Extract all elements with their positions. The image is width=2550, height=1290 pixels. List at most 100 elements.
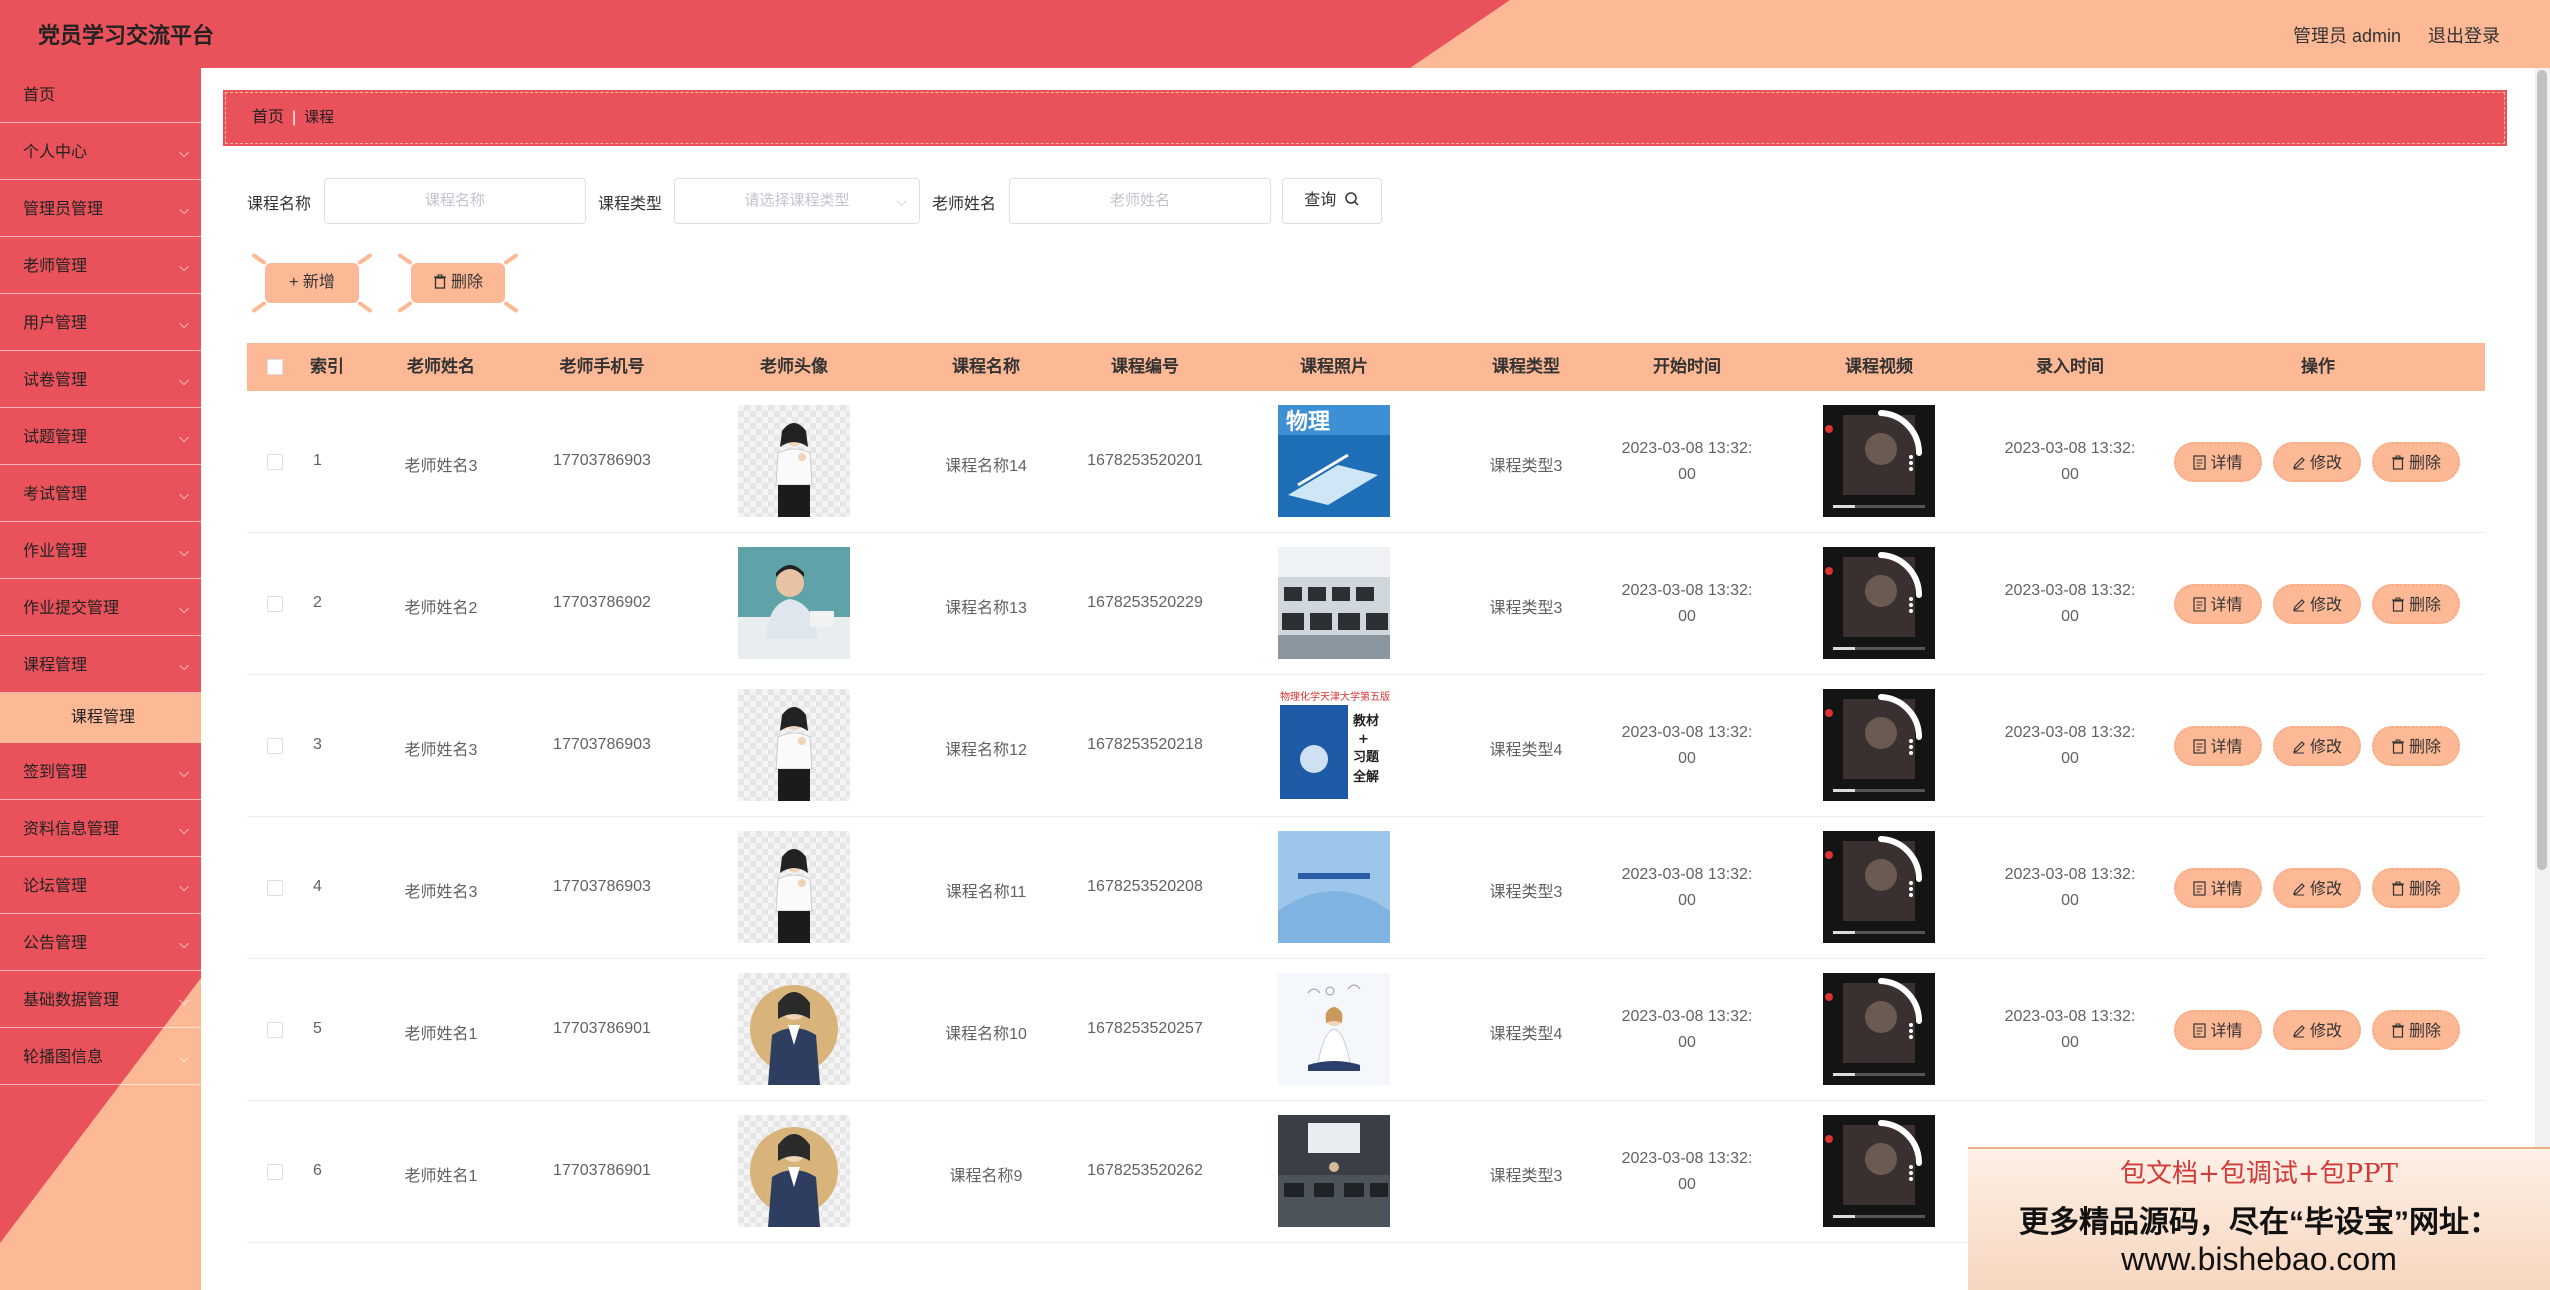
delete-label: 删除: [2408, 739, 2441, 756]
edit-label: 修改: [2309, 739, 2342, 756]
course-photo-image: [1278, 831, 1390, 943]
start-time-seconds: 00: [1678, 1034, 1696, 1051]
cell-start-time: 2023-03-08 13:32: 00: [1607, 862, 1767, 914]
add-button[interactable]: + 新增: [251, 252, 373, 314]
cell-start-time: 2023-03-08 13:32: 00: [1607, 578, 1767, 630]
chevron-down-icon: ⌵: [896, 193, 907, 209]
course-video-thumbnail[interactable]: [1823, 547, 1935, 659]
course-video-thumbnail[interactable]: [1823, 831, 1935, 943]
start-time-date: 2023-03-08 13:32:: [1621, 1150, 1753, 1167]
detail-button[interactable]: 详情: [2174, 1010, 2262, 1050]
cell-course-code: 1678253520208: [1087, 878, 1203, 895]
row-checkbox[interactable]: [267, 1164, 283, 1180]
row-checkbox[interactable]: [267, 454, 283, 470]
chevron-down-icon: ⌵: [179, 145, 189, 160]
delete-button[interactable]: 删除: [2372, 868, 2460, 908]
row-checkbox[interactable]: [267, 596, 283, 612]
top-header: 党员学习交流平台 管理员 admin 退出登录: [0, 0, 2550, 68]
course-video-thumbnail[interactable]: [1823, 405, 1935, 517]
sidebar-item-label: 首页: [23, 87, 56, 104]
edit-label: 修改: [2309, 1023, 2342, 1040]
document-icon: [2193, 881, 2210, 898]
sidebar-item-5[interactable]: 试卷管理 ⌵: [0, 353, 201, 408]
batch-delete-button[interactable]: 删除: [397, 252, 519, 314]
detail-button[interactable]: 详情: [2174, 584, 2262, 624]
edit-icon: [2292, 455, 2310, 472]
entry-time-seconds: 00: [2061, 608, 2079, 625]
sidebar-item-11[interactable]: 签到管理 ⌵: [0, 745, 201, 800]
row-checkbox[interactable]: [267, 880, 283, 896]
chevron-down-icon: ⌵: [179, 601, 189, 616]
course-video-thumbnail[interactable]: [1823, 1115, 1935, 1227]
row-checkbox[interactable]: [267, 738, 283, 754]
delete-button[interactable]: 删除: [2372, 726, 2460, 766]
breadcrumb-home[interactable]: 首页: [252, 109, 284, 126]
edit-button[interactable]: 修改: [2273, 442, 2361, 482]
entry-time-date: 2023-03-08 13:32:: [2004, 866, 2136, 883]
edit-button[interactable]: 修改: [2273, 1010, 2361, 1050]
teacher-avatar-image: [738, 405, 850, 517]
query-button[interactable]: 查询: [1282, 178, 1382, 224]
course-video-thumbnail[interactable]: [1823, 689, 1935, 801]
delete-button[interactable]: 删除: [2372, 1010, 2460, 1050]
column-header: 录入时间: [2036, 357, 2104, 376]
cell-teacher-name: 老师姓名3: [404, 458, 478, 475]
sidebar-item-label: 老师管理: [23, 258, 88, 275]
logout-link[interactable]: 退出登录: [2428, 22, 2500, 48]
sidebar-item-10[interactable]: 课程管理 ⌵: [0, 638, 201, 693]
detail-button[interactable]: 详情: [2174, 442, 2262, 482]
column-header: 开始时间: [1653, 357, 1721, 376]
start-time-seconds: 00: [1678, 1176, 1696, 1193]
entry-time-date: 2023-03-08 13:32:: [2004, 724, 2136, 741]
sidebar-item-8[interactable]: 作业管理 ⌵: [0, 524, 201, 579]
svg-text:教材: 教材: [1352, 713, 1379, 729]
cell-course-name: 课程名称10: [945, 1026, 1027, 1043]
sidebar-item-9[interactable]: 作业提交管理 ⌵: [0, 581, 201, 636]
sidebar-item-16[interactable]: 轮播图信息 ⌵: [0, 1030, 201, 1085]
row-checkbox[interactable]: [267, 1022, 283, 1038]
detail-button[interactable]: 详情: [2174, 726, 2262, 766]
breadcrumb: 首页 | 课程: [223, 90, 2507, 146]
detail-button[interactable]: 详情: [2174, 868, 2262, 908]
start-time-seconds: 00: [1678, 608, 1696, 625]
sidebar-item-12[interactable]: 资料信息管理 ⌵: [0, 802, 201, 857]
cell-entry-time: 2023-03-08 13:32: 00: [1990, 578, 2150, 630]
chevron-down-icon: ⌵: [179, 373, 189, 388]
course-photo-image: 物理: [1278, 405, 1390, 517]
cell-course-name: 课程名称13: [945, 600, 1027, 617]
svg-text:+: +: [1358, 732, 1369, 747]
sidebar-item-1[interactable]: 个人中心 ⌵: [0, 125, 201, 180]
sidebar-item-15[interactable]: 基础数据管理 ⌵: [0, 973, 201, 1028]
edit-button[interactable]: 修改: [2273, 868, 2361, 908]
course-name-input[interactable]: 课程名称: [324, 178, 586, 224]
sidebar-subitem-course-management[interactable]: 课程管理: [0, 693, 201, 743]
cell-course-code: 1678253520218: [1087, 736, 1203, 753]
sidebar-item-3[interactable]: 老师管理 ⌵: [0, 239, 201, 294]
teacher-avatar-image: [738, 547, 850, 659]
document-icon: [2193, 1023, 2210, 1040]
sidebar-item-0[interactable]: 首页: [0, 68, 201, 123]
delete-button[interactable]: 删除: [2372, 442, 2460, 482]
sidebar-item-13[interactable]: 论坛管理 ⌵: [0, 859, 201, 914]
edit-button[interactable]: 修改: [2273, 584, 2361, 624]
cell-course-name: 课程名称12: [945, 742, 1027, 759]
sidebar-item-label: 轮播图信息: [23, 1049, 104, 1066]
course-video-thumbnail[interactable]: [1823, 973, 1935, 1085]
sidebar-item-14[interactable]: 公告管理 ⌵: [0, 916, 201, 971]
cell-teacher-phone: 17703786903: [553, 878, 651, 895]
cell-course-name: 课程名称11: [945, 884, 1027, 901]
sidebar-item-label: 个人中心: [23, 144, 88, 161]
teacher-name-input[interactable]: 老师姓名: [1009, 178, 1271, 224]
edit-button[interactable]: 修改: [2273, 726, 2361, 766]
course-type-select[interactable]: 请选择课程类型 ⌵: [674, 178, 920, 224]
sidebar-item-6[interactable]: 试题管理 ⌵: [0, 410, 201, 465]
sidebar-item-7[interactable]: 考试管理 ⌵: [0, 467, 201, 522]
chevron-down-icon: ⌵: [179, 822, 189, 837]
start-time-seconds: 00: [1678, 892, 1696, 909]
select-all-checkbox[interactable]: [267, 359, 283, 375]
entry-time-date: 2023-03-08 13:32:: [2004, 440, 2136, 457]
cell-entry-time: 2023-03-08 13:32: 00: [1990, 1004, 2150, 1056]
delete-button[interactable]: 删除: [2372, 584, 2460, 624]
sidebar-item-4[interactable]: 用户管理 ⌵: [0, 296, 201, 351]
scrollbar[interactable]: [2537, 70, 2547, 870]
